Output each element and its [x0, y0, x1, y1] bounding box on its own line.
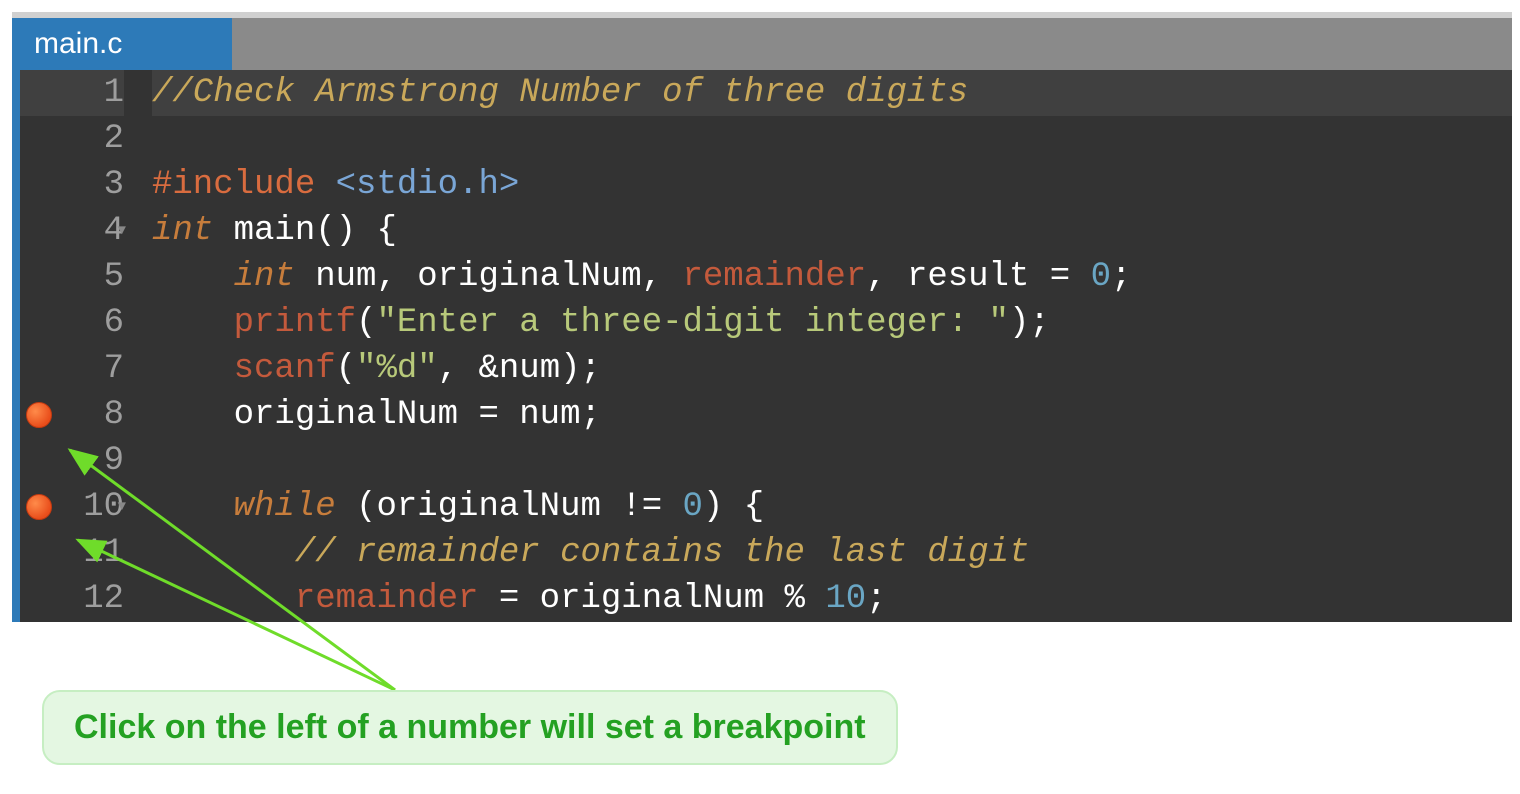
- code-token: ;: [866, 576, 886, 622]
- line-number: 8: [104, 392, 124, 438]
- line-gutter[interactable]: 1 2 3 4▼ 5 6 7 8 9 10▼ 11 12: [20, 70, 140, 622]
- line-number: 3: [104, 162, 124, 208]
- code-token: );: [1009, 300, 1050, 346]
- gutter-line[interactable]: 4▼: [20, 208, 124, 254]
- editor-window: main.c 1 2 3 4▼ 5 6 7 8 9 10▼ 11 12 //Ch…: [12, 12, 1512, 622]
- code-token: = originalNum %: [478, 576, 825, 622]
- code-token: 10: [825, 576, 866, 622]
- gutter-line[interactable]: 12: [20, 576, 124, 622]
- gutter-line[interactable]: 3: [20, 162, 124, 208]
- code-token: ) {: [703, 484, 764, 530]
- fold-icon[interactable]: ▼: [118, 484, 126, 530]
- code-line[interactable]: [152, 438, 1512, 484]
- code-token: main() {: [213, 208, 397, 254]
- breakpoint-icon[interactable]: [26, 402, 52, 428]
- annotation-callout: Click on the left of a number will set a…: [42, 690, 898, 765]
- code-token: printf: [152, 300, 356, 346]
- breakpoint-icon[interactable]: [26, 494, 52, 520]
- line-number: 12: [83, 576, 124, 622]
- code-token: #include: [152, 162, 315, 208]
- code-token: //Check Armstrong Number of three digits: [152, 70, 968, 116]
- code-line[interactable]: originalNum = num;: [152, 392, 1512, 438]
- code-token: <stdio.h>: [315, 162, 519, 208]
- gutter-line[interactable]: 6: [20, 300, 124, 346]
- code-token: (: [336, 346, 356, 392]
- gutter-line[interactable]: 9: [20, 438, 124, 484]
- code-token: [152, 576, 295, 622]
- code-line[interactable]: remainder = originalNum % 10;: [152, 576, 1512, 622]
- code-token: "%d": [356, 346, 438, 392]
- code-line[interactable]: [152, 116, 1512, 162]
- gutter-line[interactable]: 2: [20, 116, 124, 162]
- line-number: 2: [104, 116, 124, 162]
- code-token: ;: [1111, 254, 1131, 300]
- code-token: num, originalNum,: [295, 254, 683, 300]
- gutter-line[interactable]: 11: [20, 530, 124, 576]
- code-line[interactable]: //Check Armstrong Number of three digits: [152, 70, 1512, 116]
- fold-icon[interactable]: ▼: [118, 208, 126, 254]
- code-line[interactable]: int num, originalNum, remainder, result …: [152, 254, 1512, 300]
- gutter-line[interactable]: 5: [20, 254, 124, 300]
- code-token: 0: [683, 484, 703, 530]
- code-token: remainder: [683, 254, 867, 300]
- code-content[interactable]: //Check Armstrong Number of three digits…: [140, 70, 1512, 622]
- line-number: 7: [104, 346, 124, 392]
- code-token: int: [152, 208, 213, 254]
- code-token: originalNum = num;: [152, 392, 601, 438]
- code-token: , result =: [866, 254, 1090, 300]
- code-area: 1 2 3 4▼ 5 6 7 8 9 10▼ 11 12 //Check Arm…: [12, 70, 1512, 622]
- code-token: (originalNum !=: [336, 484, 683, 530]
- gutter-line[interactable]: 10▼: [20, 484, 124, 530]
- file-tab[interactable]: main.c: [12, 18, 232, 70]
- gutter-line[interactable]: 8: [20, 392, 124, 438]
- line-number: 11: [83, 530, 124, 576]
- code-line[interactable]: while (originalNum != 0) {: [152, 484, 1512, 530]
- gutter-line[interactable]: 7: [20, 346, 124, 392]
- gutter-line[interactable]: 1: [20, 70, 124, 116]
- code-line[interactable]: scanf("%d", &num);: [152, 346, 1512, 392]
- tab-bar: main.c: [12, 18, 1512, 70]
- code-token: int: [152, 254, 295, 300]
- code-token: , &num);: [438, 346, 601, 392]
- code-token: while: [152, 484, 336, 530]
- code-line[interactable]: #include <stdio.h>: [152, 162, 1512, 208]
- code-token: "Enter a three-digit integer: ": [376, 300, 1009, 346]
- code-line[interactable]: // remainder contains the last digit: [152, 530, 1512, 576]
- code-token: scanf: [152, 346, 336, 392]
- line-number: 1: [104, 70, 124, 116]
- editor-left-strip: [12, 70, 20, 622]
- code-token: 0: [1091, 254, 1111, 300]
- line-number: 5: [104, 254, 124, 300]
- annotation-text: Click on the left of a number will set a…: [74, 708, 866, 746]
- line-number: 6: [104, 300, 124, 346]
- code-line[interactable]: printf("Enter a three-digit integer: ");: [152, 300, 1512, 346]
- code-line[interactable]: int main() {: [152, 208, 1512, 254]
- code-token: remainder: [295, 576, 479, 622]
- code-token: (: [356, 300, 376, 346]
- code-token: // remainder contains the last digit: [152, 530, 1029, 576]
- file-tab-label: main.c: [34, 27, 122, 61]
- line-number: 9: [104, 438, 124, 484]
